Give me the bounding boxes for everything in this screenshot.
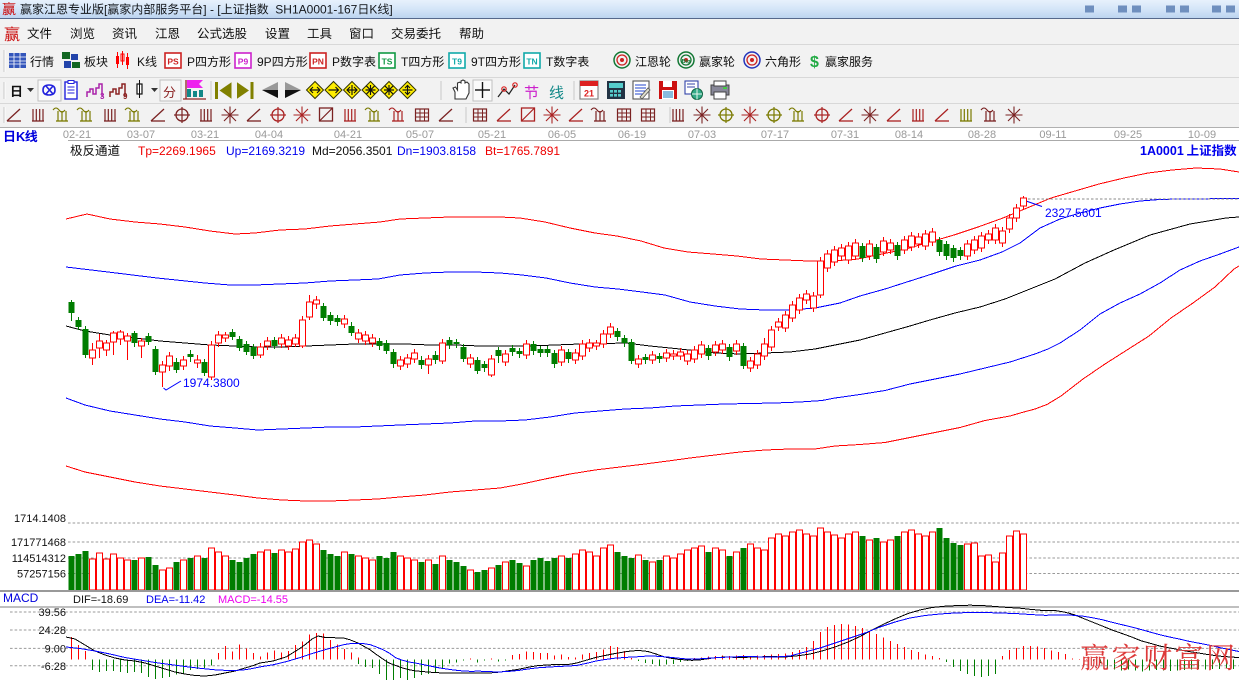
svg-text:9T: 9T: [471, 55, 486, 69]
svg-text:DIF=-18.69: DIF=-18.69: [73, 594, 128, 606]
svg-text:TN: TN: [526, 57, 537, 67]
svg-text:1A0001: 1A0001: [1140, 144, 1184, 158]
svg-text:]: ]: [203, 3, 206, 17]
svg-text:114514312: 114514312: [12, 553, 66, 565]
svg-text:05-07: 05-07: [406, 129, 434, 141]
svg-text:Bt=1765.7891: Bt=1765.7891: [485, 144, 560, 158]
svg-text:TS: TS: [382, 57, 393, 67]
svg-text:08-14: 08-14: [895, 129, 923, 141]
svg-text:39.56: 39.56: [38, 607, 66, 619]
svg-text:21: 21: [584, 89, 594, 99]
svg-text:09-11: 09-11: [1039, 129, 1066, 141]
svg-text:T: T: [401, 55, 409, 69]
svg-text:MACD=-14.55: MACD=-14.55: [218, 594, 288, 606]
svg-text:PS: PS: [167, 57, 179, 67]
svg-text:04-21: 04-21: [334, 129, 362, 141]
svg-text:Dn=1903.8158: Dn=1903.8158: [397, 144, 476, 158]
svg-text:24.28: 24.28: [38, 625, 66, 637]
svg-text:9P: 9P: [257, 55, 272, 69]
svg-text:]: ]: [389, 3, 392, 17]
svg-text:07-17: 07-17: [761, 129, 789, 141]
svg-text:P: P: [332, 55, 340, 69]
svg-text:PN: PN: [312, 57, 324, 67]
svg-text:171771468: 171771468: [11, 537, 66, 549]
svg-text:K: K: [137, 55, 145, 69]
svg-text:07-31: 07-31: [831, 129, 859, 141]
svg-text:03-07: 03-07: [127, 129, 155, 141]
svg-text:3: 3: [100, 92, 105, 101]
svg-text:1714.1408: 1714.1408: [14, 513, 66, 525]
svg-text:05-21: 05-21: [478, 129, 506, 141]
svg-text:P: P: [187, 55, 195, 69]
svg-text:9.00: 9.00: [45, 643, 66, 655]
svg-text:DEA=-11.42: DEA=-11.42: [146, 594, 205, 606]
svg-text:06-05: 06-05: [548, 129, 576, 141]
svg-text:P9: P9: [238, 57, 249, 67]
svg-text:08-28: 08-28: [968, 129, 996, 141]
svg-text:02-21: 02-21: [63, 129, 91, 141]
svg-text:06-19: 06-19: [618, 129, 646, 141]
svg-text:-: -: [210, 3, 214, 17]
svg-text:$: $: [810, 54, 819, 71]
svg-text:SH1A0001-167: SH1A0001-167: [275, 3, 357, 17]
svg-text:Tp=2269.1965: Tp=2269.1965: [138, 144, 216, 158]
svg-text:T: T: [546, 55, 554, 69]
svg-text:10-09: 10-09: [1188, 129, 1216, 141]
svg-text:K: K: [16, 129, 26, 144]
svg-text:57257156: 57257156: [17, 569, 66, 581]
svg-text:03-21: 03-21: [191, 129, 219, 141]
svg-text:T9: T9: [452, 57, 462, 67]
svg-text:MACD: MACD: [3, 591, 39, 605]
svg-text:-6.28: -6.28: [41, 661, 66, 673]
svg-text:2327.5601: 2327.5601: [1045, 206, 1102, 220]
svg-text:Up=2169.3219: Up=2169.3219: [226, 144, 305, 158]
svg-text:K: K: [369, 3, 377, 17]
svg-text:09-25: 09-25: [1114, 129, 1142, 141]
svg-text:Md=2056.3501: Md=2056.3501: [312, 144, 393, 158]
svg-text:Big: Big: [682, 59, 691, 65]
svg-text:07-03: 07-03: [688, 129, 716, 141]
svg-text:9: 9: [123, 92, 128, 101]
svg-text:04-04: 04-04: [255, 129, 283, 141]
